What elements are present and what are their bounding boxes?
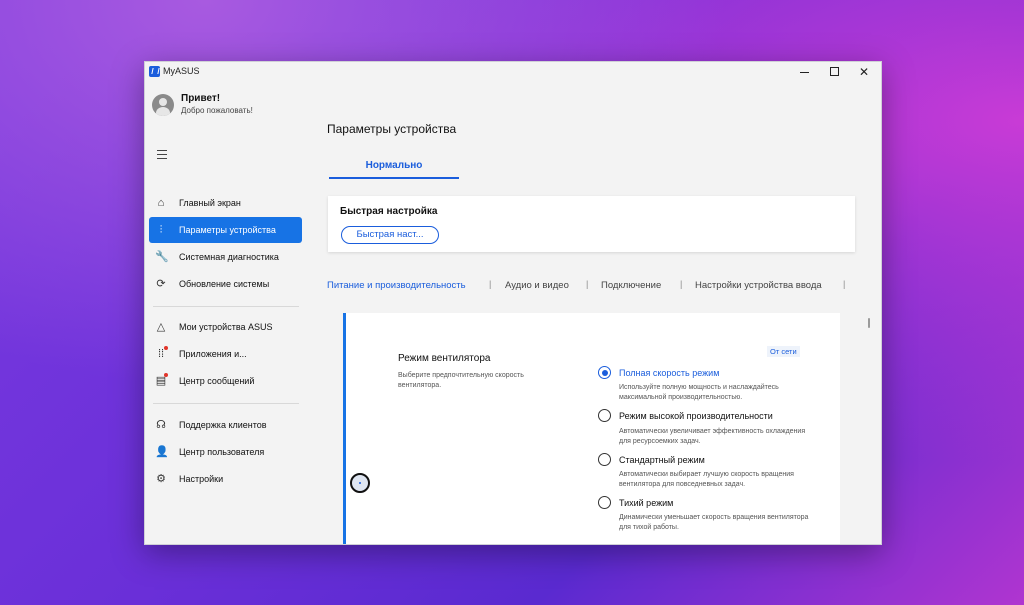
gear-icon: ⚙ [156, 473, 166, 485]
sidebar-item-support[interactable]: ☊ Поддержка клиентов [149, 412, 302, 438]
tab-input-devices[interactable]: Настройки устройства ввода [695, 280, 822, 291]
option-description: Динамически уменьшает скорость вращения … [619, 514, 809, 531]
sidebar: Привет! Добро пожаловать! ⌂ Главный экра… [145, 82, 307, 544]
option-label[interactable]: Режим высокой производительности [619, 411, 773, 421]
title-bar: MyASUS ✕ [145, 62, 881, 82]
mouse-cursor-icon [350, 473, 370, 493]
option-label[interactable]: Стандартный режим [619, 455, 705, 465]
sidebar-item-user-center[interactable]: 👤 Центр пользователя [149, 439, 302, 465]
sidebar-item-apps[interactable]: ⁞⁞ Приложения и... [149, 341, 302, 367]
sidebar-item-label: Поддержка клиентов [179, 420, 267, 430]
headset-icon: ☊ [156, 419, 166, 431]
app-title: MyASUS [163, 66, 200, 76]
tab-normal-mode[interactable]: Нормально [329, 160, 459, 179]
devices-icon: △ [156, 321, 166, 333]
sidebar-item-label: Настройки [179, 474, 224, 484]
fan-mode-title: Режим вентилятора [398, 353, 491, 364]
main-content: Параметры устройства Нормально Быстрая н… [307, 82, 881, 544]
sidebar-item-label: Приложения и... [179, 349, 247, 359]
radio-standard[interactable] [598, 453, 611, 466]
tab-separator: | [680, 279, 683, 289]
sidebar-item-my-devices[interactable]: △ Мои устройства ASUS [149, 314, 302, 340]
sidebar-item-label: Главный экран [179, 198, 241, 208]
sidebar-divider [153, 306, 299, 307]
update-icon: ⟳ [156, 278, 166, 290]
radio-full-speed[interactable] [598, 366, 611, 379]
myasus-logo-icon [149, 66, 160, 77]
option-description: Используйте полную мощность и наслаждайт… [619, 384, 779, 401]
sidebar-item-system-update[interactable]: ⟳ Обновление системы [149, 271, 302, 297]
notification-dot [164, 373, 168, 377]
option-description: Автоматически выбирает лучшую скорость в… [619, 471, 794, 488]
sidebar-item-label: Мои устройства ASUS [179, 322, 273, 332]
option-label[interactable]: Тихий режим [619, 498, 673, 508]
sidebar-divider [153, 403, 299, 404]
tab-audio-video[interactable]: Аудио и видео [505, 280, 569, 291]
fan-mode-description: Выберите предпочтительную скорость венти… [398, 372, 524, 389]
option-description: Автоматически увеличивает эффективность … [619, 428, 806, 445]
sidebar-item-label: Параметры устройства [179, 225, 276, 235]
welcome-text: Добро пожаловать! [181, 106, 253, 115]
maximize-icon [829, 67, 839, 77]
sidebar-item-home[interactable]: ⌂ Главный экран [149, 190, 302, 216]
wrench-icon: 🔧 [155, 251, 169, 263]
power-source-badge: От сети [767, 346, 800, 357]
minimize-icon [799, 72, 809, 74]
tab-power-performance[interactable]: Питание и производительность [327, 280, 466, 291]
quick-settings-button[interactable]: Быстрая наст... [341, 226, 439, 244]
sidebar-item-messages[interactable]: ▤ Центр сообщений [149, 368, 302, 394]
minimize-button[interactable] [789, 62, 819, 82]
quick-settings-card: Быстрая настройка Быстрая наст... [328, 196, 855, 252]
sidebar-item-diagnostics[interactable]: 🔧 Системная диагностика [149, 244, 302, 270]
radio-high-performance[interactable] [598, 409, 611, 422]
scrollbar-thumb[interactable] [868, 318, 870, 328]
home-icon: ⌂ [157, 197, 165, 209]
page-title: Параметры устройства [327, 122, 457, 136]
app-window: MyASUS ✕ Привет! Добро пожаловать! ⌂ Гла… [144, 61, 882, 545]
sidebar-item-device-settings[interactable]: ⫶ Параметры устройства [149, 217, 302, 243]
tab-separator: | [489, 279, 492, 289]
sliders-icon: ⫶ [159, 224, 163, 236]
avatar[interactable] [152, 94, 174, 116]
hamburger-menu-icon[interactable] [157, 150, 167, 159]
notification-dot [164, 346, 168, 350]
sidebar-item-label: Обновление системы [179, 279, 270, 289]
maximize-button[interactable] [819, 62, 849, 82]
option-label[interactable]: Полная скорость режим [619, 368, 719, 378]
sidebar-item-label: Системная диагностика [179, 252, 279, 262]
tab-separator: | [843, 279, 846, 289]
greeting: Привет! [181, 93, 221, 104]
fan-mode-card: Режим вентилятора Выберите предпочтитель… [343, 313, 840, 544]
sidebar-item-settings[interactable]: ⚙ Настройки [149, 466, 302, 492]
radio-quiet[interactable] [598, 496, 611, 509]
tab-separator: | [586, 279, 589, 289]
sidebar-item-label: Центр пользователя [179, 447, 265, 457]
sidebar-item-label: Центр сообщений [179, 376, 255, 386]
quick-settings-title: Быстрая настройка [340, 206, 438, 217]
close-button[interactable]: ✕ [849, 62, 879, 82]
user-icon: 👤 [155, 446, 169, 458]
tab-connection[interactable]: Подключение [601, 280, 661, 291]
